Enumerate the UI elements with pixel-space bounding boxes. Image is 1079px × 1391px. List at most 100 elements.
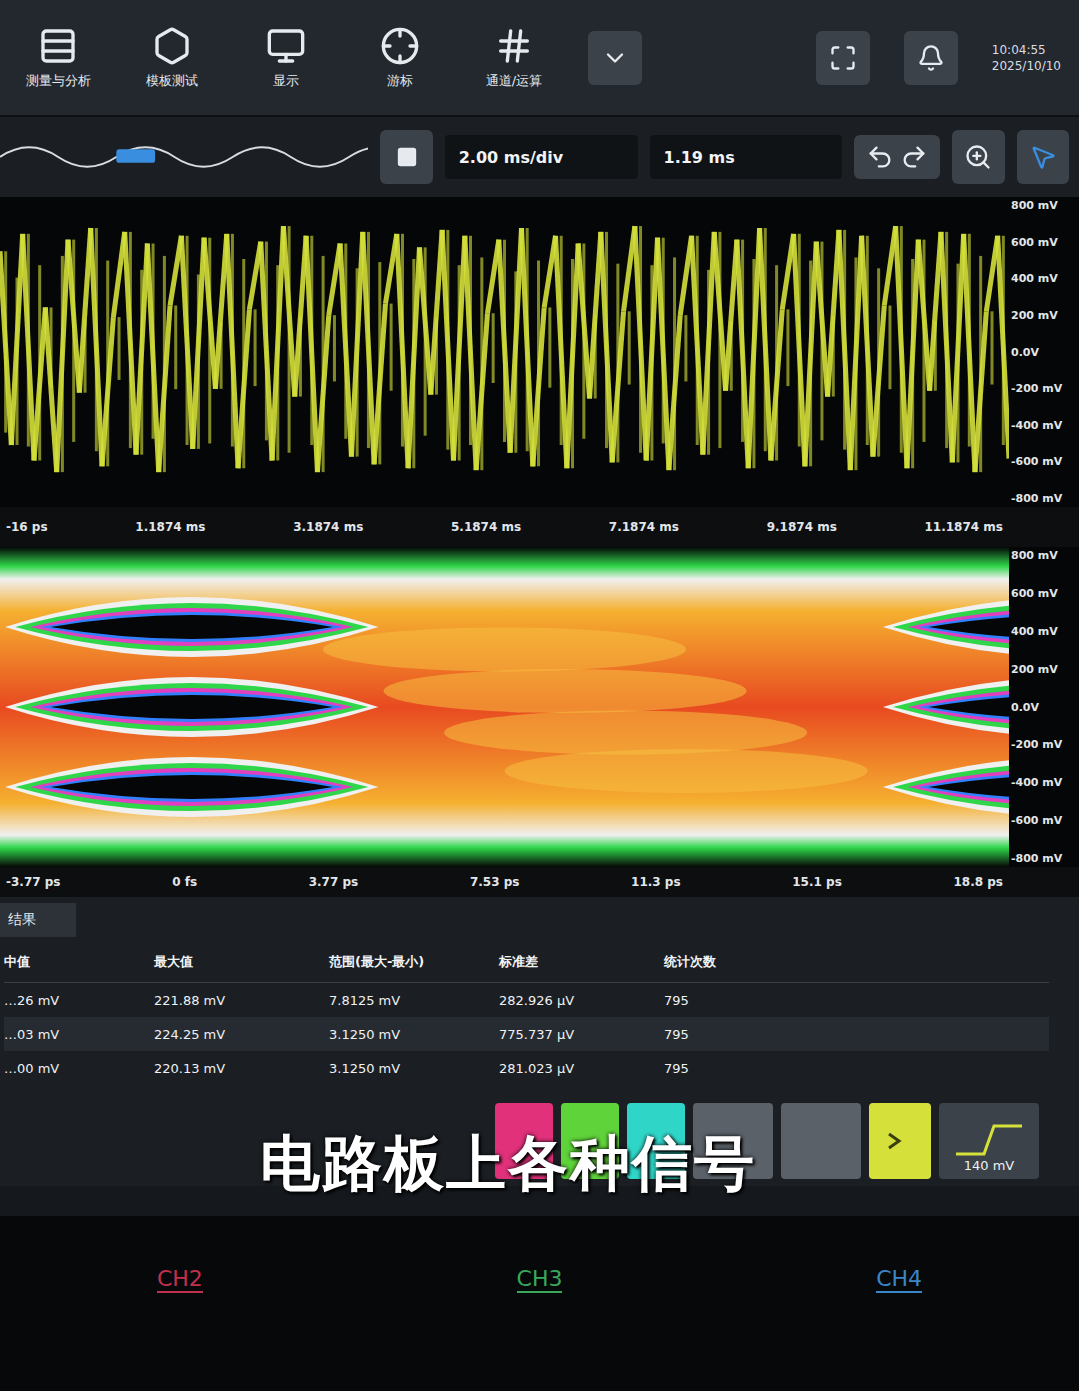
clock-date: 2025/10/10 bbox=[992, 59, 1061, 73]
waveform-panel: 800 mV600 mV400 mV200 mV0.0V-200 mV-400 … bbox=[0, 197, 1079, 507]
waveform-spike bbox=[526, 228, 529, 451]
waveform-segment bbox=[737, 240, 748, 469]
waveform-segment bbox=[748, 228, 759, 468]
column-header: 最大值 bbox=[154, 942, 329, 983]
waveform-spike bbox=[900, 226, 903, 453]
x-tick: 3.77 ps bbox=[309, 875, 359, 889]
y-tick: -800 mV bbox=[1011, 852, 1075, 865]
column-header: 中值 bbox=[4, 942, 154, 983]
table-cell: …26 mV bbox=[4, 983, 154, 1017]
bezel-channel-label: CH2 bbox=[157, 1266, 203, 1293]
timebase-field[interactable]: 2.00 ms/div bbox=[445, 135, 638, 179]
waveform-spike bbox=[696, 236, 699, 445]
waveform-segment bbox=[295, 236, 306, 397]
waveform-spike bbox=[809, 261, 812, 467]
notification-button[interactable] bbox=[904, 31, 958, 85]
waveform-spike bbox=[118, 317, 121, 380]
waveform-spike bbox=[820, 242, 823, 441]
clock: 10:04:552025/10/10 bbox=[992, 43, 1061, 73]
waveform-spike bbox=[786, 309, 789, 386]
waveform-spike bbox=[492, 313, 495, 383]
trigger-button[interactable] bbox=[869, 1103, 931, 1179]
table-cell: 775.737 µV bbox=[499, 1017, 664, 1051]
run-stop-button[interactable] bbox=[380, 130, 432, 184]
waveform-spike bbox=[299, 316, 302, 396]
waveform-segment bbox=[57, 240, 68, 473]
redo-icon[interactable] bbox=[900, 143, 928, 171]
results-tab[interactable]: 结果 bbox=[0, 903, 76, 937]
waveform-spike bbox=[911, 259, 914, 468]
waveform-spike bbox=[95, 228, 98, 451]
waveform-spike bbox=[390, 304, 393, 391]
waveform-spike bbox=[752, 259, 755, 468]
x-tick: 3.1874 ms bbox=[293, 520, 363, 534]
toolbar-button[interactable]: 测量与分析 bbox=[18, 26, 98, 90]
waveform-spike bbox=[106, 261, 109, 467]
waveform-spike bbox=[968, 234, 971, 447]
eye-opening bbox=[5, 597, 1009, 657]
table-cell: 224.25 mV bbox=[154, 1017, 329, 1051]
table-cell: …03 mV bbox=[4, 1017, 154, 1051]
waveform-spike bbox=[571, 259, 574, 468]
waveform-spike bbox=[72, 240, 75, 442]
toolbar-button[interactable]: 游标 bbox=[360, 26, 440, 90]
waveform-segment bbox=[227, 234, 238, 468]
waveform-spike bbox=[673, 257, 676, 470]
waveform-segment bbox=[692, 236, 703, 455]
eye-y-axis: 800 mV600 mV400 mV200 mV0.0V-200 mV-400 … bbox=[1009, 547, 1079, 867]
waveform-spike bbox=[265, 242, 268, 441]
menu-button[interactable] bbox=[588, 31, 642, 85]
waveform-spike bbox=[764, 228, 767, 451]
undo-icon[interactable] bbox=[866, 143, 894, 171]
waveform-spike bbox=[650, 265, 653, 460]
waveform-segment bbox=[431, 230, 442, 395]
waveform-segment bbox=[567, 244, 578, 469]
rising-edge-icon bbox=[954, 1122, 1024, 1158]
waveform-segment bbox=[193, 238, 204, 449]
tool-icon bbox=[266, 26, 306, 66]
x-tick: 9.1874 ms bbox=[767, 520, 837, 534]
toolbar-button[interactable]: 通道/运算 bbox=[474, 26, 554, 90]
ref-button[interactable] bbox=[781, 1103, 861, 1179]
waveform-spike bbox=[945, 232, 948, 448]
select-mode-button[interactable] bbox=[1017, 130, 1069, 184]
front-panel: CH2CH3CH4 bbox=[0, 1216, 1079, 1391]
waveform-spike bbox=[514, 271, 517, 452]
maximize-icon bbox=[829, 44, 857, 72]
waveform-spike bbox=[741, 240, 744, 442]
waveform-segment bbox=[590, 232, 601, 399]
toolbar-button[interactable]: 模板测试 bbox=[132, 26, 212, 90]
waveform-spike bbox=[775, 265, 778, 460]
table-cell: 795 bbox=[664, 983, 1049, 1017]
toolbar-button[interactable]: 显示 bbox=[246, 26, 326, 90]
x-tick: 0 fs bbox=[172, 875, 197, 889]
x-tick: 11.3 ps bbox=[631, 875, 681, 889]
waveform-segment bbox=[0, 251, 11, 445]
fullscreen-button[interactable] bbox=[816, 31, 870, 85]
bezel-channel-label: CH4 bbox=[876, 1266, 922, 1293]
waveform-segment bbox=[363, 232, 374, 465]
waveform-spike bbox=[662, 238, 665, 444]
results-table: 中值最大值范围(最大-最小)标准差统计次数…26 mV221.88 mV7.81… bbox=[0, 942, 1079, 1085]
waveform-segment bbox=[964, 234, 975, 472]
waveform-segment bbox=[91, 228, 102, 466]
delay-field[interactable]: 1.19 ms bbox=[650, 135, 843, 179]
waveform-spike bbox=[639, 226, 642, 453]
waveform-spike bbox=[333, 315, 336, 381]
eye-opening bbox=[5, 677, 1009, 737]
waveform-spike bbox=[163, 256, 166, 472]
toolbar-label: 模板测试 bbox=[146, 72, 198, 90]
waveform-segment bbox=[805, 242, 816, 467]
waveform-segment bbox=[635, 226, 646, 460]
y-tick: 200 mV bbox=[1011, 663, 1075, 676]
zoom-button[interactable] bbox=[952, 130, 1004, 184]
waveform-spike bbox=[220, 323, 223, 389]
control-row: 2.00 ms/div 1.19 ms bbox=[0, 117, 1079, 197]
waveform-segment bbox=[181, 236, 192, 449]
trigger-level[interactable]: 140 mV bbox=[939, 1103, 1039, 1179]
video-caption: 电路板上各种信号 bbox=[260, 1124, 756, 1205]
stop-icon bbox=[396, 146, 418, 168]
eye-x-axis: -3.77 ps0 fs3.77 ps7.53 ps11.3 ps15.1 ps… bbox=[0, 867, 1079, 897]
waveform-segment bbox=[907, 240, 918, 469]
waveform-spike bbox=[242, 259, 245, 468]
